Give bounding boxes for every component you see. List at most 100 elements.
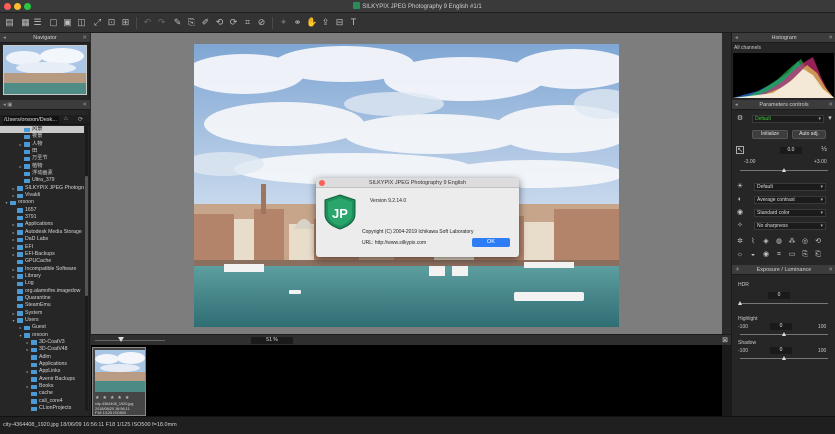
dodge-icon[interactable]: ◒ [749, 251, 757, 259]
preset-menu-icon[interactable]: ▾ [826, 115, 834, 123]
disclosure-arrow-icon[interactable]: ▸ [11, 229, 16, 236]
tree-item[interactable]: ▸ SILKYPIX JPEG Photograph [0, 185, 84, 192]
tone-dropdown[interactable]: Default [754, 183, 826, 191]
exposure-step-icon[interactable]: ½ [820, 146, 828, 154]
undo-icon[interactable]: ↶ [142, 17, 153, 28]
copy-params-icon[interactable]: ⎘ [186, 17, 197, 28]
tree-item[interactable]: CLionProjects [0, 405, 84, 412]
disclosure-arrow-icon[interactable]: ▸ [11, 236, 16, 243]
filmstrip-scrollbar[interactable] [722, 345, 731, 416]
tree-item[interactable]: ▸ Applications [0, 221, 84, 228]
tree-item[interactable]: ▸ AppLinks [0, 368, 84, 375]
tree-item[interactable]: ▸ 人物 [0, 141, 84, 148]
tree-item[interactable]: ▾ Users [0, 317, 84, 324]
home-icon[interactable]: ⌂ [64, 116, 68, 122]
tree-item[interactable]: 风景 [0, 126, 84, 134]
fullscreen-icon[interactable]: ⤢ [92, 17, 103, 28]
white-balance-icon[interactable]: ✎ [172, 17, 183, 28]
disclosure-arrow-icon[interactable]: ▸ [18, 163, 23, 170]
zoom-icon[interactable]: ⊞ [120, 17, 131, 28]
close-icon[interactable]: ✕ [828, 265, 833, 275]
collapse-icon[interactable]: ◂ ▣ [3, 100, 13, 110]
path-input[interactable]: /Users/orsoon/Desk... [3, 116, 59, 124]
preset-dropdown[interactable]: Default [752, 115, 824, 123]
compare-view-icon[interactable]: ◫ [76, 17, 87, 28]
tree-item[interactable]: 夜景 [0, 133, 84, 140]
close-icon[interactable]: ✕ [82, 100, 87, 110]
batch-icon[interactable]: ⊟ [334, 17, 345, 28]
disclosure-arrow-icon[interactable]: ▸ [25, 368, 30, 375]
disclosure-arrow-icon[interactable]: ▸ [11, 266, 16, 273]
rotate-left-icon[interactable]: ⟲ [214, 17, 225, 28]
sun-icon[interactable]: ☀ [736, 183, 744, 191]
spot-icon[interactable]: ✦ [278, 17, 289, 28]
disclosure-arrow-icon[interactable]: ▸ [18, 324, 23, 331]
tree-item[interactable]: 万圣节 [0, 155, 84, 162]
tree-item[interactable]: ▸ DaD Labs [0, 236, 84, 243]
disclosure-arrow-icon[interactable]: ▾ [18, 332, 23, 339]
histogram-channel[interactable]: All channels [734, 45, 761, 51]
saturation-icon[interactable]: ◍ [775, 238, 783, 246]
tree-item[interactable]: ▾ orsoon [0, 332, 84, 339]
hue-icon[interactable]: ◈ [762, 238, 770, 246]
fit-icon[interactable]: ⊡ [106, 17, 117, 28]
zoom-value[interactable]: 51 % [251, 337, 293, 344]
contrast-dropdown[interactable]: Average contrast [754, 196, 826, 204]
tree-item[interactable]: 1657 [0, 207, 84, 214]
tree-item[interactable]: Applications [0, 361, 84, 368]
eye-icon[interactable]: ◉ [762, 251, 770, 259]
disclosure-arrow-icon[interactable]: ▸ [11, 310, 16, 317]
exposure-picker-icon[interactable]: ↖ [736, 146, 744, 154]
gear-icon[interactable]: ⚙ [736, 115, 744, 123]
navigator-thumbnail[interactable] [3, 45, 87, 95]
rotate-right-icon[interactable]: ⟳ [228, 17, 239, 28]
tree-item[interactable]: ▸ EFI-Backups [0, 251, 84, 258]
zoom-slider-knob[interactable] [118, 337, 124, 342]
dialog-close-button[interactable] [319, 180, 325, 186]
copy-icon[interactable]: ⎘ [801, 251, 809, 259]
tree-item[interactable]: ▸ 植物 [0, 163, 84, 170]
develop-icon[interactable]: ✋ [306, 17, 317, 28]
tree-item[interactable]: 浮动画素 [0, 170, 84, 177]
highlight-value[interactable]: 0 [770, 323, 792, 330]
tree-item[interactable]: cali_core4 [0, 398, 84, 405]
close-icon[interactable]: ✕ [828, 100, 833, 110]
disclosure-arrow-icon[interactable]: ▸ [11, 273, 16, 280]
disclosure-arrow-icon[interactable]: ▸ [11, 221, 16, 228]
color-icon[interactable]: ◉ [736, 209, 744, 217]
tree-item[interactable]: ▸ Guest [0, 324, 84, 331]
single-view-icon[interactable]: ▢ [48, 17, 59, 28]
color-dropdown[interactable]: Standard color [754, 209, 826, 217]
disclosure-arrow-icon[interactable]: ▸ [11, 192, 16, 199]
sidebar-toggle-icon[interactable]: ▤ [4, 17, 15, 28]
tree-item[interactable]: SteamEmu [0, 302, 84, 309]
disclosure-arrow-icon[interactable]: ▸ [11, 185, 16, 192]
list-view-icon[interactable]: ☰ [32, 17, 43, 28]
text-icon[interactable]: T [348, 17, 359, 28]
exposure-value[interactable]: 0.0 [780, 147, 802, 154]
close-icon[interactable]: ✕ [82, 33, 87, 43]
thumbnail-card[interactable]: ★ ★ ★ ★ ★ city-4364408_1920.jpg 2018/08/… [92, 347, 146, 416]
paste-icon[interactable]: ⎗ [814, 251, 822, 259]
highlight-slider-knob[interactable] [782, 332, 786, 336]
auto-adjust-button[interactable]: Auto adj. [792, 130, 826, 139]
tree-item[interactable]: 3791 [0, 214, 84, 221]
preview-view-icon[interactable]: ▣ [62, 17, 73, 28]
exposure-slider-knob[interactable] [782, 168, 786, 172]
hdr-slider-knob[interactable] [738, 301, 742, 305]
sharpness-icon[interactable]: ✧ [736, 222, 744, 230]
tree-item[interactable]: Adlm [0, 354, 84, 361]
sharpness-dropdown[interactable]: No sharpness [754, 222, 826, 230]
initialize-button[interactable]: Initialize [752, 130, 788, 139]
tilt-icon[interactable]: ⊘ [256, 17, 267, 28]
tree-item[interactable]: GPUCache [0, 258, 84, 265]
hdr-value[interactable]: 0 [768, 292, 790, 299]
tree-item[interactable]: ▸ Autodesk Media Storage [0, 229, 84, 236]
tree-item[interactable]: org.alamofire.imagedow [0, 288, 84, 295]
contrast-icon[interactable]: ◐ [736, 196, 744, 204]
highlight-icon[interactable]: ☼ [736, 251, 744, 259]
grid-view-icon[interactable]: ▦ [20, 17, 31, 28]
tree-item[interactable]: ▸ 3D-CoatV48 [0, 346, 84, 353]
crop-icon[interactable]: ⌗ [242, 17, 253, 28]
tree-item[interactable]: ▸ Vivaldi [0, 192, 84, 199]
